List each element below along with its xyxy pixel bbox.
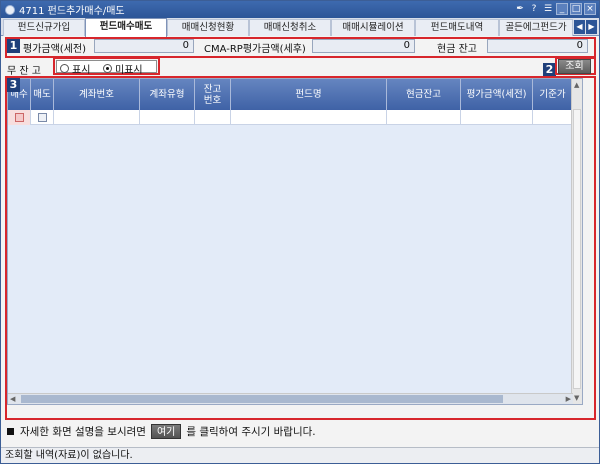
- row-eval-pre-tax[interactable]: [461, 110, 533, 125]
- row-sell-cell[interactable]: [31, 110, 54, 125]
- horizontal-scrollbar[interactable]: ◀ ▶: [8, 393, 573, 404]
- badge-1: 1: [7, 39, 20, 53]
- scroll-left-icon[interactable]: ◀: [10, 394, 15, 404]
- help-text-after: 를 클릭하여 주시기 바랍니다.: [186, 426, 316, 438]
- row-fund-name[interactable]: [231, 110, 387, 125]
- tab-order-status[interactable]: 매매신청현황: [167, 19, 249, 36]
- pin-icon[interactable]: ✒: [514, 3, 526, 15]
- minimize-icon[interactable]: _: [556, 3, 568, 15]
- query-button[interactable]: 조회: [558, 59, 591, 74]
- sell-checkbox[interactable]: [37, 113, 47, 122]
- help-here-button[interactable]: 여기: [150, 424, 182, 439]
- scroll-up-icon[interactable]: ▲: [574, 80, 579, 90]
- tab-order-cancel[interactable]: 매매신청취소: [249, 19, 331, 36]
- tab-golden-egg[interactable]: 골든에그펀드가: [499, 19, 573, 36]
- eval-pre-tax-field: 0: [94, 39, 194, 53]
- buy-checkbox[interactable]: [14, 113, 24, 122]
- eval-pre-tax-label: 평가금액(세전): [23, 44, 87, 55]
- scroll-right-icon[interactable]: ▶: [566, 394, 571, 404]
- radio-show[interactable]: 표시: [60, 61, 90, 76]
- tab-new-fund[interactable]: 펀드신규가입: [3, 19, 85, 36]
- col-base-price[interactable]: 기준가: [533, 79, 573, 110]
- status-bar: 조회할 내역(자료)이 없습니다.: [1, 447, 599, 463]
- scroll-down-icon[interactable]: ▼: [574, 393, 579, 403]
- col-account-number[interactable]: 계좌번호: [54, 79, 140, 110]
- no-balance-label: 무 잔 고: [7, 66, 41, 77]
- tab-bar: 펀드신규가입 펀드매수매도 매매신청현황 매매신청취소 매매시뮬레이션 펀드매도…: [1, 18, 599, 37]
- close-icon[interactable]: ×: [584, 3, 596, 15]
- vertical-scroll-thumb[interactable]: [573, 109, 581, 389]
- radio-hide-dot[interactable]: [103, 64, 112, 73]
- row-base-price[interactable]: [533, 110, 573, 125]
- col-sell[interactable]: 매도: [31, 79, 54, 110]
- app-icon: [5, 4, 15, 15]
- vertical-scrollbar[interactable]: ▲ ▼: [571, 79, 582, 404]
- col-eval-pre-tax[interactable]: 평가금액(세전): [461, 79, 533, 110]
- table-row[interactable]: [8, 110, 573, 125]
- row-account-type[interactable]: [140, 110, 195, 125]
- radio-show-label: 표시: [72, 65, 91, 76]
- window-controls: ✒ ? ☰ _ □ ×: [514, 3, 596, 15]
- tab-scroll-left-icon[interactable]: ◀: [574, 20, 585, 34]
- radio-hide[interactable]: 미표시: [103, 61, 143, 76]
- row-cash-balance[interactable]: [387, 110, 461, 125]
- row-account-number[interactable]: [54, 110, 140, 125]
- cash-balance-label: 현금 잔고: [437, 44, 477, 55]
- menu-icon[interactable]: ☰: [542, 3, 554, 15]
- radio-show-dot[interactable]: [60, 64, 69, 73]
- help-line: 자세한 화면 설명을 보시려면 여기 를 클릭하여 주시기 바랍니다.: [7, 424, 316, 439]
- badge-3: 3: [7, 78, 20, 92]
- col-account-type[interactable]: 계좌유형: [140, 79, 195, 110]
- radio-hide-label: 미표시: [115, 65, 143, 76]
- maximize-icon[interactable]: □: [570, 3, 582, 15]
- tab-simulation[interactable]: 매매시뮬레이션: [331, 19, 415, 36]
- cma-rp-field: 0: [312, 39, 415, 53]
- cma-rp-label: CMA-RP평가금액(세후): [204, 44, 306, 55]
- grid-header: 매수 매도 계좌번호 계좌유형 잔고 번호 펀드명 현금잔고 평가금액(세전) …: [8, 79, 573, 110]
- col-balance-number[interactable]: 잔고 번호: [195, 79, 231, 110]
- cash-balance-field: 0: [487, 39, 588, 53]
- title-bar: 4711 펀드추가매수/매도 ✒ ? ☰ _ □ ×: [1, 1, 599, 18]
- app-window: 4711 펀드추가매수/매도 ✒ ? ☰ _ □ × 펀드신규가입 펀드매수매도…: [0, 0, 600, 464]
- tab-sell-history[interactable]: 펀드매도내역: [415, 19, 499, 36]
- col-cash-balance[interactable]: 현금잔고: [387, 79, 461, 110]
- fund-grid: 매수 매도 계좌번호 계좌유형 잔고 번호 펀드명 현금잔고 평가금액(세전) …: [7, 78, 583, 405]
- col-fund-name[interactable]: 펀드명: [231, 79, 387, 110]
- horizontal-scroll-thumb[interactable]: [21, 395, 503, 403]
- tab-scroll-right-icon[interactable]: ▶: [586, 20, 597, 34]
- help-icon[interactable]: ?: [528, 3, 540, 15]
- help-text-before: 자세한 화면 설명을 보시려면: [20, 426, 146, 438]
- bullet-square-icon: [7, 428, 14, 435]
- row-buy-cell[interactable]: [8, 110, 31, 125]
- tab-buy-sell[interactable]: 펀드매수매도: [85, 18, 167, 37]
- row-balance-number[interactable]: [195, 110, 231, 125]
- window-title: 4711 펀드추가매수/매도: [19, 6, 125, 17]
